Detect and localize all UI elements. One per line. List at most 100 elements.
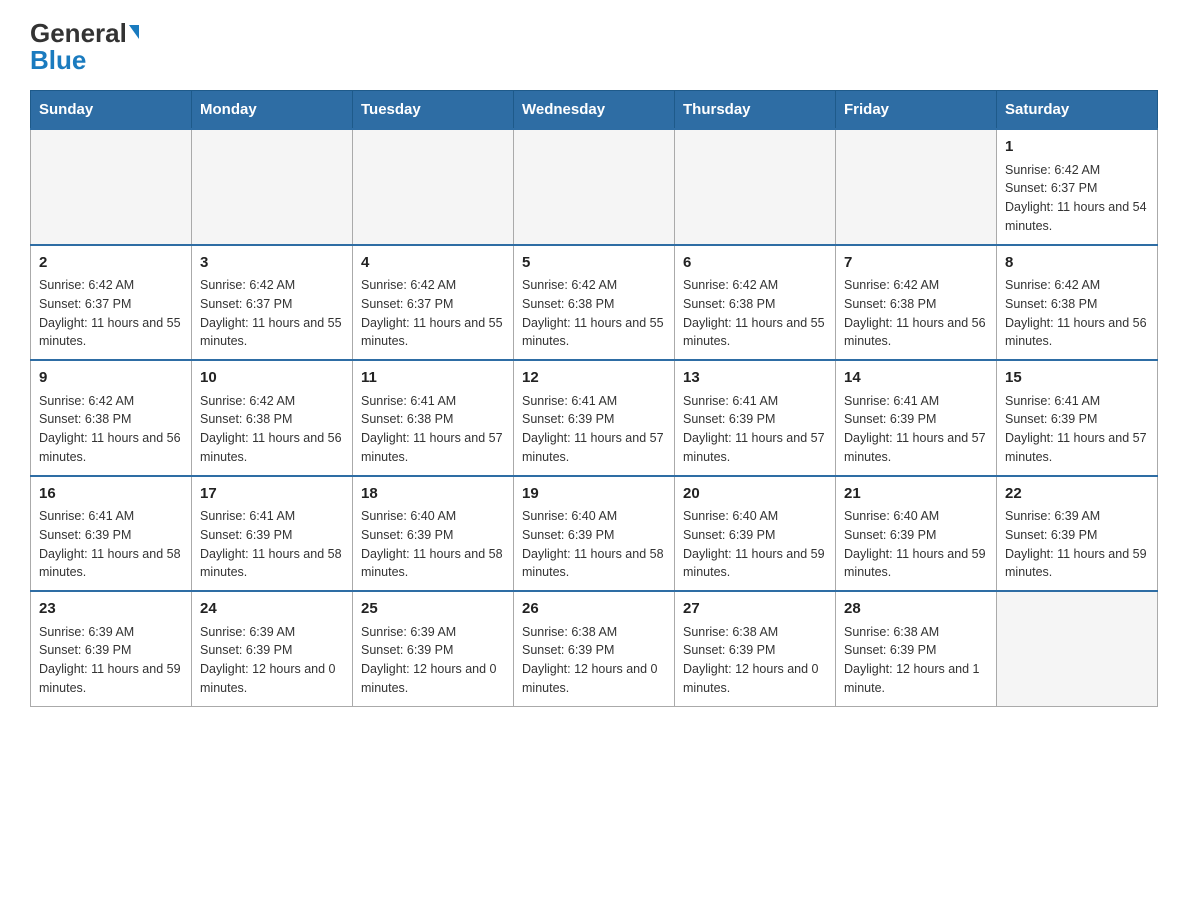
calendar-cell: 4Sunrise: 6:42 AMSunset: 6:37 PMDaylight… xyxy=(353,245,514,361)
day-info: Daylight: 11 hours and 59 minutes. xyxy=(683,545,827,583)
day-info: Sunset: 6:39 PM xyxy=(522,410,666,429)
day-info: Sunset: 6:39 PM xyxy=(683,641,827,660)
day-info: Sunrise: 6:40 AM xyxy=(844,507,988,526)
day-info: Sunset: 6:39 PM xyxy=(1005,526,1149,545)
day-info: Daylight: 11 hours and 55 minutes. xyxy=(200,314,344,352)
day-header-sunday: Sunday xyxy=(31,91,192,130)
day-info: Sunset: 6:39 PM xyxy=(361,641,505,660)
day-info: Daylight: 11 hours and 57 minutes. xyxy=(844,429,988,467)
day-number: 9 xyxy=(39,367,183,390)
day-info: Sunrise: 6:40 AM xyxy=(361,507,505,526)
day-info: Sunset: 6:37 PM xyxy=(39,295,183,314)
logo: General Blue xyxy=(30,20,139,74)
day-info: Sunset: 6:37 PM xyxy=(361,295,505,314)
day-info: Sunrise: 6:42 AM xyxy=(683,276,827,295)
day-info: Daylight: 11 hours and 57 minutes. xyxy=(361,429,505,467)
calendar-cell: 2Sunrise: 6:42 AMSunset: 6:37 PMDaylight… xyxy=(31,245,192,361)
day-number: 16 xyxy=(39,483,183,506)
day-number: 15 xyxy=(1005,367,1149,390)
day-number: 23 xyxy=(39,598,183,621)
day-info: Sunset: 6:39 PM xyxy=(361,526,505,545)
day-info: Sunset: 6:38 PM xyxy=(200,410,344,429)
day-number: 20 xyxy=(683,483,827,506)
calendar-cell: 22Sunrise: 6:39 AMSunset: 6:39 PMDayligh… xyxy=(997,476,1158,592)
calendar-cell: 6Sunrise: 6:42 AMSunset: 6:38 PMDaylight… xyxy=(675,245,836,361)
day-info: Daylight: 11 hours and 56 minutes. xyxy=(1005,314,1149,352)
day-info: Sunrise: 6:42 AM xyxy=(361,276,505,295)
day-info: Sunrise: 6:40 AM xyxy=(683,507,827,526)
calendar-cell: 1Sunrise: 6:42 AMSunset: 6:37 PMDaylight… xyxy=(997,129,1158,245)
calendar-cell: 7Sunrise: 6:42 AMSunset: 6:38 PMDaylight… xyxy=(836,245,997,361)
day-info: Daylight: 12 hours and 0 minutes. xyxy=(361,660,505,698)
day-number: 7 xyxy=(844,252,988,275)
calendar-cell: 26Sunrise: 6:38 AMSunset: 6:39 PMDayligh… xyxy=(514,591,675,706)
calendar-week-3: 9 Sunrise: 6:42 AM Sunset: 6:38 PM Daylight… xyxy=(31,360,1158,476)
calendar-cell: 17Sunrise: 6:41 AMSunset: 6:39 PMDayligh… xyxy=(192,476,353,592)
calendar-cell: 8Sunrise: 6:42 AMSunset: 6:38 PMDaylight… xyxy=(997,245,1158,361)
day-info: Sunrise: 6:41 AM xyxy=(1005,392,1149,411)
day-info: Sunrise: 6:42 AM xyxy=(522,276,666,295)
calendar-cell: 11Sunrise: 6:41 AMSunset: 6:38 PMDayligh… xyxy=(353,360,514,476)
day-info: Sunset: 6:39 PM xyxy=(522,641,666,660)
day-info: Daylight: 12 hours and 0 minutes. xyxy=(522,660,666,698)
calendar-cell: 24Sunrise: 6:39 AMSunset: 6:39 PMDayligh… xyxy=(192,591,353,706)
day-info: Sunrise: 6:38 AM xyxy=(683,623,827,642)
day-info: Sunrise: 6:38 AM xyxy=(844,623,988,642)
day-header-thursday: Thursday xyxy=(675,91,836,130)
day-info: Sunset: 6:39 PM xyxy=(39,526,183,545)
calendar-cell: 18Sunrise: 6:40 AMSunset: 6:39 PMDayligh… xyxy=(353,476,514,592)
day-info: Daylight: 11 hours and 57 minutes. xyxy=(683,429,827,467)
day-info: Daylight: 12 hours and 0 minutes. xyxy=(200,660,344,698)
calendar-cell: 21Sunrise: 6:40 AMSunset: 6:39 PMDayligh… xyxy=(836,476,997,592)
logo-bottom: Blue xyxy=(30,47,86,74)
day-info: Daylight: 12 hours and 1 minute. xyxy=(844,660,988,698)
day-info: Daylight: 11 hours and 58 minutes. xyxy=(361,545,505,583)
day-number: 13 xyxy=(683,367,827,390)
day-number: 1 xyxy=(1005,136,1149,159)
calendar-cell: 3Sunrise: 6:42 AMSunset: 6:37 PMDaylight… xyxy=(192,245,353,361)
day-info: Sunset: 6:39 PM xyxy=(200,641,344,660)
day-info: Sunset: 6:39 PM xyxy=(683,526,827,545)
day-info: Sunrise: 6:41 AM xyxy=(844,392,988,411)
day-number: 14 xyxy=(844,367,988,390)
calendar-cell: 16Sunrise: 6:41 AMSunset: 6:39 PMDayligh… xyxy=(31,476,192,592)
day-info: Daylight: 11 hours and 57 minutes. xyxy=(522,429,666,467)
day-info: Daylight: 11 hours and 54 minutes. xyxy=(1005,198,1149,236)
day-info: Sunset: 6:39 PM xyxy=(200,526,344,545)
day-info: Sunrise: 6:38 AM xyxy=(522,623,666,642)
day-info: Sunset: 6:38 PM xyxy=(844,295,988,314)
day-number: 22 xyxy=(1005,483,1149,506)
day-info: Sunrise: 6:40 AM xyxy=(522,507,666,526)
day-number: 6 xyxy=(683,252,827,275)
logo-blue-text: Blue xyxy=(30,45,86,75)
day-header-tuesday: Tuesday xyxy=(353,91,514,130)
calendar-week-5: 23Sunrise: 6:39 AMSunset: 6:39 PMDayligh… xyxy=(31,591,1158,706)
day-header-monday: Monday xyxy=(192,91,353,130)
calendar-cell: 20Sunrise: 6:40 AMSunset: 6:39 PMDayligh… xyxy=(675,476,836,592)
day-info: Sunrise: 6:41 AM xyxy=(39,507,183,526)
day-info: Sunset: 6:38 PM xyxy=(522,295,666,314)
day-info: Sunrise: 6:39 AM xyxy=(200,623,344,642)
calendar-cell: 25Sunrise: 6:39 AMSunset: 6:39 PMDayligh… xyxy=(353,591,514,706)
calendar-cell xyxy=(31,129,192,245)
day-number: 25 xyxy=(361,598,505,621)
calendar-cell xyxy=(836,129,997,245)
day-header-friday: Friday xyxy=(836,91,997,130)
day-info: Sunrise: 6:42 AM xyxy=(200,276,344,295)
day-number: 28 xyxy=(844,598,988,621)
day-info: Sunrise: 6:39 AM xyxy=(39,623,183,642)
calendar-table: SundayMondayTuesdayWednesdayThursdayFrid… xyxy=(30,90,1158,707)
calendar-cell: 12Sunrise: 6:41 AMSunset: 6:39 PMDayligh… xyxy=(514,360,675,476)
day-info: Sunrise: 6:42 AM xyxy=(39,392,183,411)
calendar-cell: 23Sunrise: 6:39 AMSunset: 6:39 PMDayligh… xyxy=(31,591,192,706)
day-number: 10 xyxy=(200,367,344,390)
day-info: Sunset: 6:39 PM xyxy=(1005,410,1149,429)
day-info: Sunset: 6:39 PM xyxy=(844,526,988,545)
calendar-cell xyxy=(353,129,514,245)
day-info: Sunrise: 6:42 AM xyxy=(844,276,988,295)
page-header: General Blue xyxy=(30,20,1158,74)
logo-triangle-icon xyxy=(129,25,139,39)
day-number: 5 xyxy=(522,252,666,275)
day-info: Sunset: 6:39 PM xyxy=(683,410,827,429)
day-info: Daylight: 11 hours and 56 minutes. xyxy=(39,429,183,467)
